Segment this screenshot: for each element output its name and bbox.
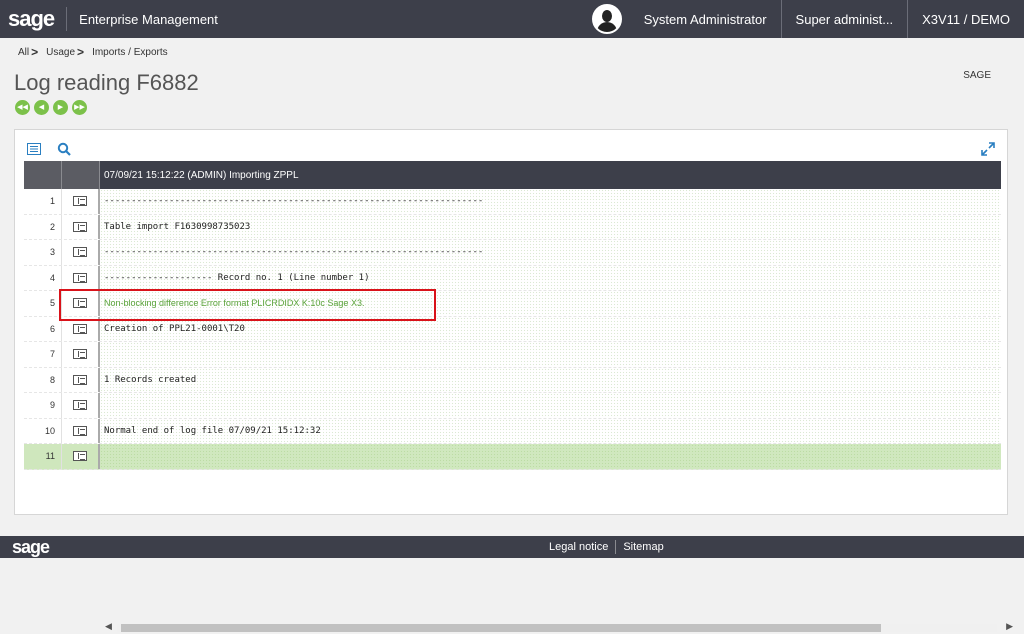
- user-role[interactable]: Super administ...: [780, 0, 908, 38]
- row-text: Normal end of log file 07/09/21 15:12:32: [100, 418, 1001, 443]
- user-area: System Administrator Super administ... X…: [591, 0, 1024, 38]
- row-action[interactable]: [62, 444, 100, 469]
- row-action[interactable]: [62, 367, 100, 392]
- breadcrumb-all[interactable]: All: [18, 47, 29, 58]
- row-text: [100, 393, 1001, 418]
- footer: sage Legal notice Sitemap: [0, 536, 1024, 558]
- previous-record-icon[interactable]: ◀: [34, 100, 49, 115]
- row-detail-icon[interactable]: [73, 349, 87, 360]
- row-number: 11: [24, 444, 62, 469]
- row-detail-icon[interactable]: [73, 425, 87, 436]
- breadcrumb-imports-exports[interactable]: Imports / Exports: [92, 47, 168, 58]
- row-action[interactable]: [62, 214, 100, 239]
- grid-header-number: [24, 161, 62, 189]
- row-text: ----------------------------------------…: [100, 240, 1001, 265]
- app-title[interactable]: Enterprise Management: [67, 12, 218, 27]
- breadcrumb-chevron-icon: >: [77, 45, 85, 59]
- row-text: 1 Records created: [100, 367, 1001, 392]
- row-detail-icon[interactable]: [73, 323, 87, 334]
- company-label: SAGE: [963, 70, 991, 81]
- sitemap-link[interactable]: Sitemap: [623, 541, 663, 553]
- table-row[interactable]: 10 Normal end of log file 07/09/21 15:12…: [24, 418, 1001, 444]
- legal-notice-link[interactable]: Legal notice: [549, 541, 608, 553]
- row-number: 5: [24, 291, 62, 316]
- row-number: 2: [24, 214, 62, 239]
- table-row[interactable]: 4 -------------------- Record no. 1 (Lin…: [24, 265, 1001, 291]
- table-row[interactable]: 2 Table import F1630998735023: [24, 214, 1001, 240]
- row-text: ----------------------------------------…: [100, 189, 1001, 214]
- row-action[interactable]: [62, 418, 100, 443]
- page-title: Log reading F6882: [14, 70, 199, 95]
- row-action[interactable]: [62, 342, 100, 367]
- row-action[interactable]: [62, 265, 100, 290]
- expand-icon[interactable]: [981, 142, 995, 156]
- table-row[interactable]: 8 1 Records created: [24, 367, 1001, 393]
- row-detail-icon[interactable]: [73, 247, 87, 258]
- table-row[interactable]: 7: [24, 342, 1001, 368]
- footer-links: Legal notice Sitemap: [549, 536, 664, 558]
- next-record-icon[interactable]: ▶: [53, 100, 68, 115]
- annotation-highlight-box: [59, 289, 436, 321]
- scroll-right-icon[interactable]: ▶: [1006, 622, 1013, 632]
- scroll-thumb[interactable]: [121, 624, 881, 632]
- row-action[interactable]: [62, 240, 100, 265]
- user-name[interactable]: System Administrator: [630, 0, 781, 38]
- row-action[interactable]: [62, 393, 100, 418]
- row-number: 10: [24, 418, 62, 443]
- sage-logo[interactable]: sage: [0, 6, 66, 32]
- table-row-selected[interactable]: 11: [24, 444, 1001, 470]
- last-record-icon[interactable]: ▶▶: [72, 100, 87, 115]
- row-detail-icon[interactable]: [73, 374, 87, 385]
- table-row[interactable]: 1 --------------------------------------…: [24, 189, 1001, 215]
- grid-header-title: 07/09/21 15:12:22 (ADMIN) Importing ZPPL: [100, 161, 1001, 189]
- list-view-icon[interactable]: [27, 143, 41, 155]
- top-bar: sage Enterprise Management System Admini…: [0, 0, 1024, 38]
- row-number: 7: [24, 342, 62, 367]
- breadcrumb-chevron-icon: >: [31, 45, 39, 59]
- breadcrumb-usage[interactable]: Usage: [46, 47, 75, 58]
- folder-selector[interactable]: X3V11 / DEMO: [907, 0, 1024, 38]
- table-row[interactable]: 3 --------------------------------------…: [24, 240, 1001, 266]
- row-number: 6: [24, 316, 62, 341]
- grid-header-icon: [62, 161, 100, 189]
- row-detail-icon[interactable]: [73, 400, 87, 411]
- row-number: 3: [24, 240, 62, 265]
- divider: [615, 540, 617, 554]
- grid-header: 07/09/21 15:12:22 (ADMIN) Importing ZPPL: [24, 161, 1001, 189]
- footer-sage-logo: sage: [12, 536, 50, 557]
- user-avatar-icon[interactable]: [591, 4, 622, 34]
- row-detail-icon[interactable]: [73, 451, 87, 462]
- row-action[interactable]: [62, 189, 100, 214]
- table-row[interactable]: 9: [24, 393, 1001, 419]
- row-number: 8: [24, 367, 62, 392]
- scroll-left-icon[interactable]: ◀: [105, 622, 112, 632]
- search-icon[interactable]: [57, 142, 71, 156]
- row-text: -------------------- Record no. 1 (Line …: [100, 265, 1001, 290]
- row-detail-icon[interactable]: [73, 221, 87, 232]
- row-number: 4: [24, 265, 62, 290]
- row-detail-icon[interactable]: [73, 272, 87, 283]
- breadcrumb: All > Usage > Imports / Exports: [18, 45, 168, 59]
- panel-toolbar: [27, 142, 71, 156]
- row-number: 1: [24, 189, 62, 214]
- row-number: 9: [24, 393, 62, 418]
- row-detail-icon[interactable]: [73, 196, 87, 207]
- row-text: [100, 444, 1001, 469]
- horizontal-scrollbar[interactable]: ◀ ▶: [105, 622, 1013, 634]
- record-navigation: ◀◀ ◀ ▶ ▶▶: [15, 100, 87, 115]
- row-text: [100, 342, 1001, 367]
- first-record-icon[interactable]: ◀◀: [15, 100, 30, 115]
- row-text: Table import F1630998735023: [100, 214, 1001, 239]
- log-panel: 07/09/21 15:12:22 (ADMIN) Importing ZPPL…: [14, 129, 1013, 632]
